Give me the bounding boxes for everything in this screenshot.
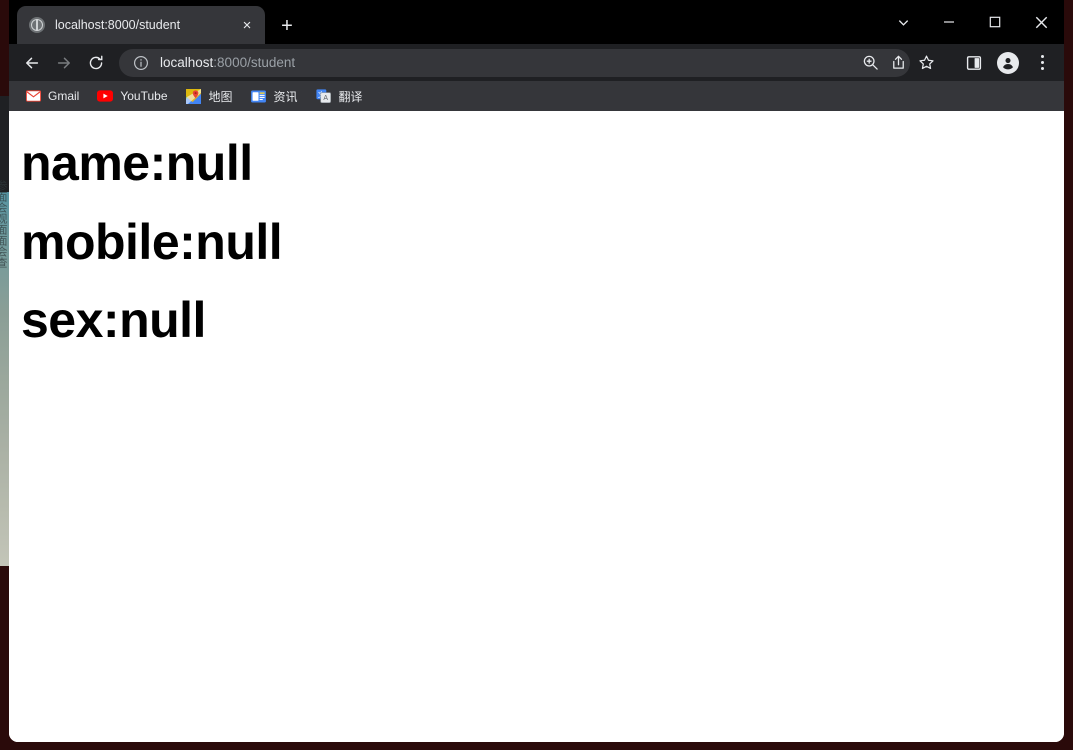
tab-strip: localhost:8000/student × + [9, 0, 1064, 44]
bookmark-label: 地图 [208, 89, 233, 104]
tab-title: localhost:8000/student [55, 18, 181, 32]
browser-tab[interactable]: localhost:8000/student × [17, 6, 265, 44]
new-tab-button[interactable]: + [273, 12, 301, 40]
bookmark-label: 翻译 [338, 89, 363, 104]
maximize-icon[interactable] [972, 0, 1018, 44]
youtube-icon [97, 88, 114, 104]
reload-button[interactable] [81, 48, 111, 78]
share-icon[interactable] [884, 49, 912, 77]
bookmark-youtube[interactable]: YouTube [89, 84, 175, 108]
close-tab-icon[interactable]: × [237, 15, 257, 35]
bookmark-news[interactable]: 资讯 [243, 84, 306, 108]
forward-button[interactable] [49, 48, 79, 78]
bookmark-star-icon[interactable] [912, 49, 940, 77]
three-dots [1040, 55, 1044, 70]
browser-toolbar: localhost:8000/student [9, 44, 1064, 81]
minimize-icon[interactable] [926, 0, 972, 44]
svg-text:A: A [323, 95, 328, 102]
side-panel-icon[interactable] [960, 49, 988, 77]
bookmarks-bar: Gmail YouTube 地图 资讯 A 翻译 [9, 81, 1064, 111]
chrome-menu-icon[interactable] [1028, 49, 1056, 77]
background-window-text: 参面会观面面会查 [0, 180, 7, 268]
desktop-backdrop: 参面会观面面会查 localhost:8000/student × + loca… [0, 0, 1073, 750]
globe-icon [29, 17, 45, 33]
address-bar-path: :8000/student [213, 55, 296, 70]
bookmark-translate[interactable]: 文 A 翻译 [308, 84, 371, 108]
zoom-icon[interactable] [856, 49, 884, 77]
tab-search-chevron-down-icon[interactable] [880, 0, 926, 44]
profile-avatar[interactable] [994, 49, 1022, 77]
address-bar-host: localhost [160, 55, 214, 70]
translate-icon: 文 A [316, 88, 332, 104]
heading-name: name:null [21, 135, 253, 191]
back-button[interactable] [17, 48, 47, 78]
browser-window: localhost:8000/student × + localhost:800… [9, 0, 1064, 742]
avatar[interactable] [997, 51, 1019, 74]
bookmark-label: YouTube [120, 89, 168, 103]
background-window-titlebar [0, 96, 9, 192]
heading-mobile: mobile:null [21, 213, 283, 270]
bookmark-gmail[interactable]: Gmail [17, 84, 87, 108]
maps-icon [186, 88, 202, 104]
news-icon [251, 88, 267, 104]
window-controls [880, 0, 1064, 44]
heading-sex: sex:null [21, 292, 206, 348]
background-window-sliver[interactable]: 参面会观面面会查 [0, 96, 9, 566]
address-bar[interactable]: localhost:8000/student [119, 48, 910, 77]
close-window-icon[interactable] [1018, 0, 1064, 44]
gmail-icon [25, 88, 41, 104]
bookmark-label: 资讯 [273, 89, 298, 104]
bookmark-label: Gmail [48, 89, 80, 103]
address-bar-url: localhost:8000/student [160, 55, 295, 70]
page-content: name:null mobile:null sex:null [9, 111, 1064, 742]
bookmark-maps[interactable]: 地图 [178, 84, 241, 108]
omnibox-actions [856, 49, 940, 77]
info-circle-icon[interactable] [133, 55, 149, 71]
